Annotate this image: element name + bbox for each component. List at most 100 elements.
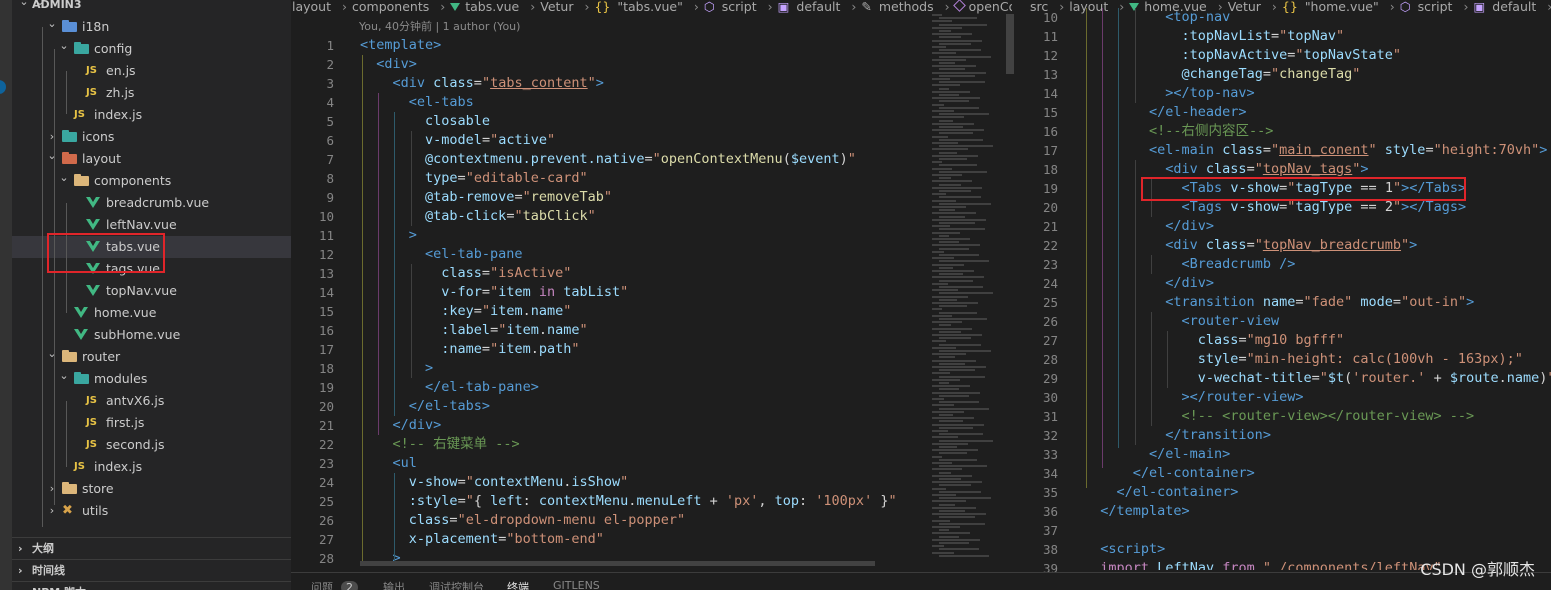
code-line[interactable]: </div>	[360, 416, 442, 435]
code-line[interactable]: <Tabs v-show="tagType == 1"></Tabs>	[1084, 179, 1467, 198]
code-token: menuLeft	[636, 493, 702, 509]
tab-terminal[interactable]: 终端	[507, 579, 529, 590]
code-line[interactable]: </div>	[1084, 217, 1214, 236]
code-token: changeTag	[1279, 66, 1353, 82]
code-line[interactable]: <!-- <router-view></router-view> -->	[1084, 407, 1475, 426]
code-line[interactable]: <!-- 右键菜单 -->	[360, 435, 520, 454]
code-line[interactable]: >	[360, 226, 417, 245]
code-line[interactable]: style="min-height: calc(100vh - 163px);"	[1084, 350, 1523, 369]
code-line[interactable]: :topNavList="topNav"	[1084, 27, 1345, 46]
code-line[interactable]: </el-container>	[1084, 464, 1255, 483]
code-area[interactable]: <top-nav :topNavList="topNav" :topNavAct…	[1084, 8, 1551, 570]
line-number: 19	[1042, 181, 1058, 196]
code-line[interactable]: <top-nav	[1084, 8, 1230, 27]
code-line[interactable]: <el-main class="main_conent" style="heig…	[1084, 141, 1547, 160]
breadcrumb-item[interactable]: tabs.vue	[450, 0, 522, 14]
breadcrumb-item[interactable]: openContextMenu	[952, 0, 1012, 14]
code-line[interactable]: </el-container>	[1084, 483, 1239, 502]
code-line[interactable]: <Tags v-show="tagType == 2"></Tags>	[1084, 198, 1467, 217]
breadcrumb-label: Vetur	[540, 0, 574, 14]
indent-guide	[1135, 160, 1136, 445]
code-line[interactable]: <ul	[360, 454, 417, 473]
chevron-right-icon: ›	[584, 0, 590, 14]
code-token: "	[1270, 66, 1280, 82]
accounts-badge[interactable]	[0, 80, 6, 94]
code-line[interactable]: </div>	[1084, 274, 1214, 293]
chevron-down-icon: ⌄	[47, 347, 57, 360]
breadcrumb-item[interactable]: components	[352, 0, 432, 14]
code-line[interactable]: <div>	[360, 55, 417, 74]
tab-debug-console[interactable]: 调试控制台	[429, 579, 484, 590]
code-line[interactable]: <transition name="fade" mode="out-in">	[1084, 293, 1474, 312]
code-area[interactable]: <template> <div> <div class="tabs_conten…	[360, 36, 920, 561]
code-line[interactable]: @changeTag="changeTag"	[1084, 65, 1361, 84]
code-line[interactable]: closable	[360, 112, 490, 131]
code-line[interactable]: import LeftNav from "./components/leftNa…	[1084, 559, 1441, 570]
tree-item-label: index.js	[94, 459, 143, 474]
minimap-line	[932, 218, 986, 221]
code-line[interactable]: >	[360, 359, 433, 378]
breadcrumb-item[interactable]: Vetur	[540, 0, 576, 14]
code-line[interactable]: <div class="topNav_breadcrumb">	[1084, 236, 1417, 255]
section-header[interactable]: › 时间线	[12, 559, 291, 581]
code-token: "	[1254, 237, 1263, 253]
folder-icon	[62, 350, 78, 364]
code-line[interactable]: class="el-dropdown-menu el-popper"	[360, 511, 685, 530]
code-token: path	[538, 341, 572, 357]
code-line[interactable]: <router-view	[1084, 312, 1280, 331]
code-line[interactable]: v-show="contextMenu.isShow"	[360, 473, 629, 492]
code-line[interactable]: <script>	[1084, 540, 1165, 559]
code-line[interactable]: class="mg10 bgfff"	[1084, 331, 1344, 350]
code-line[interactable]: <Breadcrumb />	[1084, 255, 1296, 274]
code-line[interactable]: <el-tab-pane	[360, 245, 523, 264]
code-line[interactable]: ></router-view>	[1084, 388, 1304, 407]
code-line[interactable]: </template>	[1084, 502, 1189, 521]
code-line[interactable]: v-wechat-title="$t('router.' + $route.na…	[1084, 369, 1551, 388]
code-line[interactable]: <!--右侧内容区-->	[1084, 122, 1273, 141]
code-token: name	[530, 303, 564, 319]
code-line[interactable]: <div class="topNav_tags">	[1084, 160, 1368, 179]
code-line[interactable]: :key="item.name"	[360, 302, 571, 321]
code-line[interactable]: </el-tab-pane>	[360, 378, 539, 397]
code-line[interactable]: ></top-nav>	[1084, 84, 1254, 103]
horizontal-scrollbar[interactable]	[360, 561, 875, 566]
tree-item[interactable]: ⌄ i18n	[12, 16, 291, 38]
code-line[interactable]: x-placement="bottom-end"	[360, 530, 604, 549]
breadcrumb-item[interactable]: layout	[292, 0, 334, 14]
code-line[interactable]: class="isActive"	[360, 264, 571, 283]
code-line[interactable]: </el-header>	[1084, 103, 1247, 122]
code-line[interactable]: @contextmenu.prevent.native="openContext…	[360, 150, 856, 169]
breadcrumb-item[interactable]: ⬡ script	[704, 0, 760, 14]
minimap-line	[932, 20, 952, 23]
code-line[interactable]: <template>	[360, 36, 441, 55]
code-token: @changeTag	[1181, 66, 1263, 82]
vertical-scrollbar[interactable]	[1004, 14, 1016, 570]
chevron-down-icon: ⌄	[47, 149, 57, 162]
code-line[interactable]: :name="item.path"	[360, 340, 579, 359]
code-token: =	[1270, 28, 1280, 44]
breadcrumb-item[interactable]: ▣ default	[778, 0, 844, 14]
code-line[interactable]: :topNavActive="topNavState"	[1084, 46, 1402, 65]
code-token: v-show	[1230, 180, 1280, 196]
code-line[interactable]: v-model="active"	[360, 131, 555, 150]
vue-file-icon	[86, 285, 100, 296]
code-line[interactable]: v-for="item in tabList"	[360, 283, 628, 302]
code-line[interactable]: <div class="tabs_content">	[360, 74, 604, 93]
tab-gitlens[interactable]: GITLENS	[553, 579, 600, 590]
code-line[interactable]: </transition>	[1084, 426, 1271, 445]
section-header[interactable]: › 大纲	[12, 537, 291, 559]
minimap-line	[932, 410, 964, 413]
code-line[interactable]: </el-main>	[1084, 445, 1230, 464]
code-line[interactable]: @tab-click="tabClick"	[360, 207, 596, 226]
breadcrumb-item[interactable]: ✎ methods	[861, 0, 936, 14]
tab-output[interactable]: 输出	[383, 579, 405, 590]
breadcrumb-item[interactable]: {} "tabs.vue"	[594, 0, 685, 14]
code-line[interactable]: :style="{ left: contextMenu.menuLeft + '…	[360, 492, 897, 511]
section-header[interactable]: › NPM 脚本	[12, 581, 291, 590]
code-line[interactable]: </el-tabs>	[360, 397, 490, 416]
codelens-author[interactable]: You, 40分钟前 | 1 author (You)	[359, 18, 520, 34]
minimap[interactable]	[924, 14, 1004, 570]
tab-problems[interactable]: 问题 2	[311, 579, 358, 590]
code-line[interactable]: @tab-remove="removeTab"	[360, 188, 612, 207]
